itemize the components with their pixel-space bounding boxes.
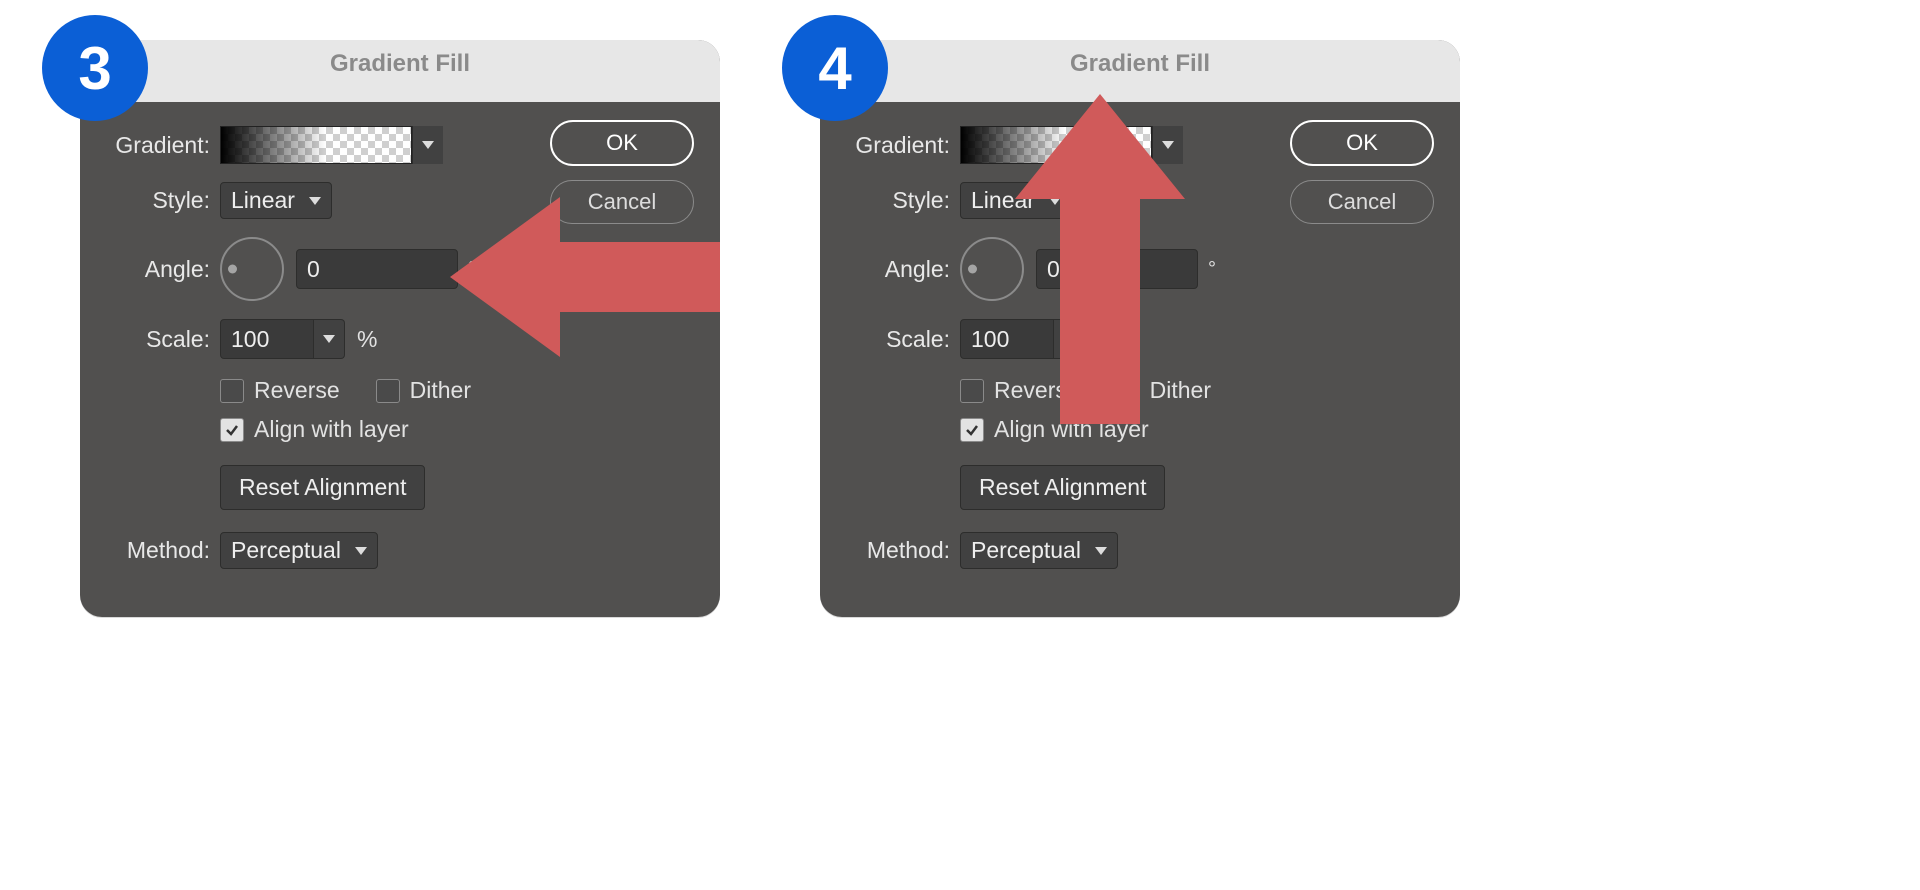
- scale-dropdown[interactable]: [314, 319, 345, 359]
- step-badge: 4: [782, 15, 888, 121]
- chevron-down-icon: [309, 197, 321, 205]
- scale-label: Scale:: [842, 326, 950, 353]
- chevron-down-icon: [1095, 547, 1107, 555]
- dither-checkbox[interactable]: [376, 379, 400, 403]
- reverse-label: Reverse: [254, 377, 340, 404]
- dialog-title: Gradient Fill: [80, 40, 720, 102]
- method-label: Method:: [102, 537, 210, 564]
- scale-unit: %: [357, 326, 377, 353]
- gradient-fill-dialog: Gradient Fill OK Cancel Gradient: Style:: [80, 40, 720, 617]
- ok-button[interactable]: OK: [1290, 120, 1434, 166]
- method-label: Method:: [842, 537, 950, 564]
- style-value: Linear: [231, 187, 295, 214]
- gradient-label: Gradient:: [102, 132, 210, 159]
- dial-indicator-icon: [968, 265, 977, 274]
- annotation-arrow-up: [1015, 94, 1185, 424]
- angle-label: Angle:: [842, 256, 950, 283]
- reverse-checkbox[interactable]: [960, 379, 984, 403]
- dialog-title: Gradient Fill: [820, 40, 1460, 102]
- reverse-checkbox[interactable]: [220, 379, 244, 403]
- chevron-down-icon: [323, 335, 335, 343]
- style-select[interactable]: Linear: [220, 182, 332, 219]
- gradient-dropdown[interactable]: [412, 126, 443, 164]
- chevron-down-icon: [355, 547, 367, 555]
- gradient-label: Gradient:: [842, 132, 950, 159]
- gradient-fill-dialog: Gradient Fill OK Cancel Gradient: Style:: [820, 40, 1460, 617]
- angle-dial[interactable]: [220, 237, 284, 301]
- cancel-button[interactable]: Cancel: [1290, 180, 1434, 224]
- method-value: Perceptual: [231, 537, 341, 564]
- degree-symbol: °: [1208, 258, 1216, 281]
- dither-label: Dither: [410, 377, 471, 404]
- method-select[interactable]: Perceptual: [960, 532, 1118, 569]
- angle-label: Angle:: [102, 256, 210, 283]
- scale-input[interactable]: 100: [220, 319, 314, 359]
- gradient-swatch[interactable]: [220, 126, 412, 164]
- style-label: Style:: [842, 187, 950, 214]
- chevron-down-icon: [422, 141, 434, 149]
- reset-alignment-button[interactable]: Reset Alignment: [960, 465, 1165, 510]
- angle-input[interactable]: 0: [296, 249, 458, 289]
- align-with-layer-checkbox[interactable]: [220, 418, 244, 442]
- method-value: Perceptual: [971, 537, 1081, 564]
- reset-alignment-button[interactable]: Reset Alignment: [220, 465, 425, 510]
- align-with-layer-label: Align with layer: [254, 416, 409, 443]
- dial-indicator-icon: [228, 265, 237, 274]
- step-badge: 3: [42, 15, 148, 121]
- annotation-arrow-left: [450, 197, 720, 357]
- method-select[interactable]: Perceptual: [220, 532, 378, 569]
- style-label: Style:: [102, 187, 210, 214]
- scale-label: Scale:: [102, 326, 210, 353]
- ok-button[interactable]: OK: [550, 120, 694, 166]
- align-with-layer-checkbox[interactable]: [960, 418, 984, 442]
